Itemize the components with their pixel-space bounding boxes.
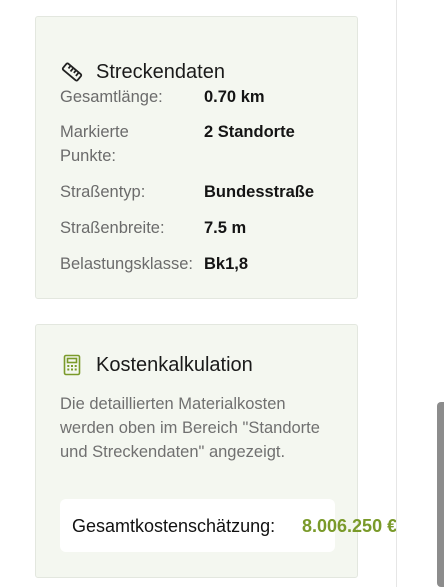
ruler-icon (61, 61, 83, 83)
total-cost-value: 8.006.250 € (302, 516, 398, 536)
load-class-value: Bk1,8 (204, 255, 249, 273)
total-cost-label: Gesamtkostenschätzung: (72, 516, 276, 536)
road-type-label: Straßentyp: (60, 183, 146, 201)
load-class-label: Belastungsklasse: (60, 255, 193, 273)
cost-calculation-card: Kostenkalkulation Die detaillierten Mate… (35, 324, 397, 578)
road-type-value: Bundesstraße (204, 183, 315, 201)
road-width-value: 7.5 m (204, 219, 247, 237)
marked-points-value: 2 Standorte (204, 123, 295, 141)
scrollbar-thumb[interactable] (437, 402, 444, 587)
cost-description: Die detaillierten Materialkosten werden … (60, 395, 320, 461)
route-data-title: Streckendaten (96, 61, 225, 83)
marked-points-label: Markierte Punkte: (60, 123, 129, 165)
total-cost-box: Gesamtkostenschätzung: 8.006.250 € (60, 499, 397, 552)
total-length-label: Gesamtlänge: (60, 88, 163, 106)
cost-calculation-title: Kostenkalkulation (96, 354, 253, 376)
panel-divider (396, 0, 397, 587)
route-data-card: Streckendaten Gesamtlänge: 0.70 km Marki… (35, 16, 358, 299)
cost-calculation-header: Kostenkalkulation (61, 353, 253, 377)
calculator-icon (61, 354, 83, 376)
road-width-label: Straßenbreite: (60, 219, 165, 237)
total-length-value: 0.70 km (204, 88, 265, 106)
route-data-header: Streckendaten (61, 60, 225, 84)
